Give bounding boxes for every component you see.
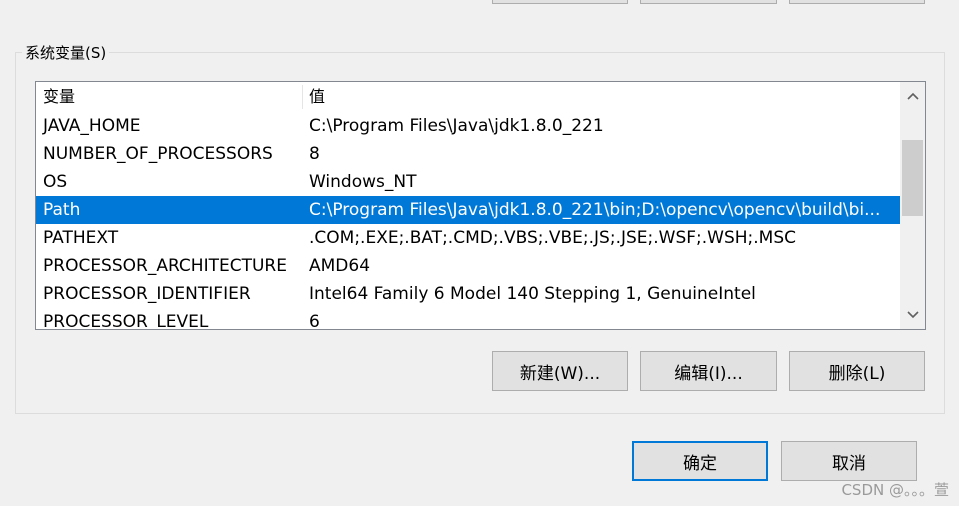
edit-button[interactable]: 编辑(I)... [640, 351, 777, 391]
scroll-thumb[interactable] [902, 140, 923, 216]
variable-name: PROCESSOR_IDENTIFIER [43, 284, 251, 304]
table-row[interactable]: PROCESSOR_LEVEL 6 [36, 308, 900, 330]
top-new-button[interactable] [492, 0, 628, 4]
watermark: CSDN @。。。萱 [841, 481, 949, 499]
variable-name: NUMBER_OF_PROCESSORS [43, 144, 273, 164]
column-header-variable[interactable]: 变量 [43, 82, 75, 112]
variable-name: JAVA_HOME [43, 116, 141, 136]
delete-button[interactable]: 删除(L) [789, 351, 925, 391]
variable-name: Path [43, 200, 81, 220]
system-variables-title: 系统变量(S) [22, 43, 110, 63]
ok-button[interactable]: 确定 [632, 441, 768, 481]
top-edit-button[interactable] [640, 0, 777, 4]
system-variables-list[interactable]: 变量 值 JAVA_HOME C:\Program Files\Java\jdk1… [35, 81, 926, 330]
variable-value: C:\Program Files\Java\jdk1.8.0_221 [309, 116, 604, 136]
table-row[interactable]: Path C:\Program Files\Java\jdk1.8.0_221\b… [36, 196, 900, 224]
variable-value: Intel64 Family 6 Model 140 Stepping 1, G… [309, 284, 756, 304]
column-separator[interactable] [302, 85, 303, 109]
variable-value: AMD64 [309, 256, 371, 276]
variable-name: PROCESSOR_LEVEL [43, 312, 209, 330]
variable-name: OS [43, 172, 68, 192]
variable-name: PATHEXT [43, 228, 119, 248]
list-header: 变量 值 [36, 82, 900, 112]
variable-value: .COM;.EXE;.BAT;.CMD;.VBS;.VBE;.JS;.JSE;.… [309, 228, 797, 248]
top-delete-button[interactable] [789, 0, 925, 4]
variable-value: Windows_NT [309, 172, 417, 192]
table-row[interactable]: NUMBER_OF_PROCESSORS 8 [36, 140, 900, 168]
chevron-up-icon[interactable] [900, 82, 925, 110]
table-row[interactable]: PROCESSOR_ARCHITECTURE AMD64 [36, 252, 900, 280]
new-button[interactable]: 新建(W)... [492, 351, 628, 391]
variable-value: 6 [309, 312, 320, 330]
vertical-scrollbar[interactable] [900, 82, 925, 329]
table-row[interactable]: PROCESSOR_IDENTIFIER Intel64 Family 6 Mod… [36, 280, 900, 308]
cancel-button[interactable]: 取消 [781, 441, 917, 481]
variable-value: 8 [309, 144, 320, 164]
table-row[interactable]: OS Windows_NT [36, 168, 900, 196]
table-row[interactable]: JAVA_HOME C:\Program Files\Java\jdk1.8.0_… [36, 112, 900, 140]
list-rows: JAVA_HOME C:\Program Files\Java\jdk1.8.0_… [36, 112, 900, 330]
table-row[interactable]: PATHEXT .COM;.EXE;.BAT;.CMD;.VBS;.VBE;.JS… [36, 224, 900, 252]
variable-name: PROCESSOR_ARCHITECTURE [43, 256, 287, 276]
chevron-down-icon[interactable] [900, 301, 925, 329]
variable-value: C:\Program Files\Java\jdk1.8.0_221\bin;D… [309, 200, 881, 220]
column-header-value[interactable]: 值 [309, 82, 325, 112]
